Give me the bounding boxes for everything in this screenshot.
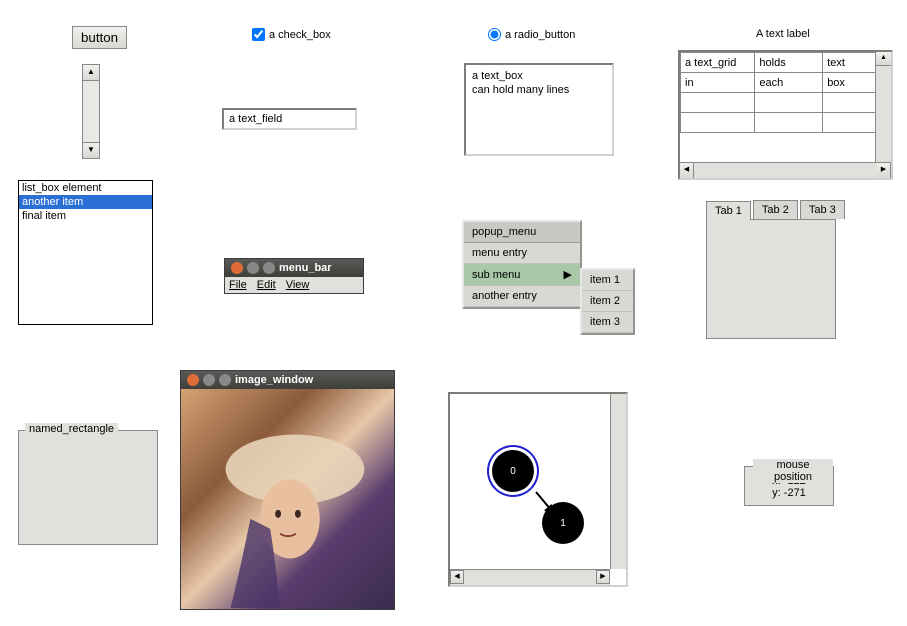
popup-item-label: sub menu xyxy=(472,269,520,281)
table-row xyxy=(681,113,891,133)
checkbox-label: a check_box xyxy=(269,29,331,41)
text-grid-table: a text_grid holds text in each box xyxy=(680,52,891,133)
list-item[interactable]: final item xyxy=(19,209,152,223)
radio-wrap: a radio_button xyxy=(488,28,575,41)
grid-cell[interactable]: a text_grid xyxy=(681,53,755,73)
graph-node-1[interactable]: 1 xyxy=(542,502,584,544)
minimize-icon[interactable] xyxy=(247,262,259,274)
tab-body xyxy=(706,219,836,339)
scroll-up-icon[interactable]: ▲ xyxy=(876,52,891,66)
radio-label: a radio_button xyxy=(505,29,575,41)
menu-file[interactable]: File xyxy=(229,279,247,291)
canvas-scrollbar-vertical[interactable] xyxy=(610,394,626,569)
checkbox[interactable] xyxy=(252,28,265,41)
maximize-icon[interactable] xyxy=(263,262,275,274)
table-row: in each box xyxy=(681,73,891,93)
submenu-item[interactable]: item 3 xyxy=(582,312,633,333)
mouse-position-legend: mouse position xyxy=(753,459,833,483)
tab-2[interactable]: Tab 2 xyxy=(753,200,798,219)
menu-edit[interactable]: Edit xyxy=(257,279,276,291)
tabs: Tab 1 Tab 2 Tab 3 xyxy=(706,200,847,339)
scroll-up-icon[interactable]: ▲ xyxy=(83,65,99,81)
named-rectangle: named_rectangle xyxy=(18,430,158,545)
menu-bar-window: menu_bar File Edit View xyxy=(224,258,364,294)
scrollbar-track[interactable] xyxy=(83,81,99,142)
scroll-right-icon[interactable]: ▶ xyxy=(877,163,891,178)
scroll-left-icon[interactable]: ◀ xyxy=(450,570,464,584)
grid-cell[interactable] xyxy=(681,113,755,133)
popup-menu: popup_menu menu entry sub menu ▶ another… xyxy=(462,220,582,309)
lena-image-icon xyxy=(181,389,394,609)
popup-item[interactable]: another entry xyxy=(464,286,580,307)
graph-canvas[interactable]: 0 1 ◀ ▶ xyxy=(448,392,628,587)
grid-cell[interactable]: each xyxy=(755,73,823,93)
tab-row: Tab 1 Tab 2 Tab 3 xyxy=(706,200,847,219)
mouse-y-value: y: -271 xyxy=(755,487,823,499)
close-icon[interactable] xyxy=(231,262,243,274)
titlebar[interactable]: image_window xyxy=(181,371,394,389)
grid-cell[interactable]: holds xyxy=(755,53,823,73)
table-row xyxy=(681,93,891,113)
canvas-scrollbar-horizontal[interactable]: ◀ ▶ xyxy=(450,569,610,585)
grid-cell[interactable]: in xyxy=(681,73,755,93)
list-item[interactable]: list_box element xyxy=(19,181,152,195)
scroll-right-icon[interactable]: ▶ xyxy=(596,570,610,584)
scrollbar[interactable]: ▲ ▼ xyxy=(82,64,100,159)
submenu-item[interactable]: item 1 xyxy=(582,270,633,291)
maximize-icon[interactable] xyxy=(219,374,231,386)
popup-item-submenu[interactable]: sub menu ▶ xyxy=(464,264,580,286)
tab-1[interactable]: Tab 1 xyxy=(706,201,751,220)
titlebar[interactable]: menu_bar xyxy=(225,259,363,277)
window-title: menu_bar xyxy=(279,262,332,274)
table-row: a text_grid holds text xyxy=(681,53,891,73)
tab-3[interactable]: Tab 3 xyxy=(800,200,845,219)
text-grid[interactable]: a text_grid holds text in each box ▲ ◀ ▶ xyxy=(678,50,893,180)
image-window: image_window xyxy=(180,370,395,610)
chevron-right-icon: ▶ xyxy=(564,268,572,281)
grid-cell[interactable] xyxy=(681,93,755,113)
popup-header: popup_menu xyxy=(464,222,580,243)
grid-scrollbar-horizontal[interactable]: ◀ ▶ xyxy=(680,162,891,178)
window-title: image_window xyxy=(235,374,313,386)
radio-button[interactable] xyxy=(488,28,501,41)
checkbox-wrap: a check_box xyxy=(252,28,331,41)
scroll-left-icon[interactable]: ◀ xyxy=(680,163,694,178)
popup-item[interactable]: menu entry xyxy=(464,243,580,264)
grid-cell[interactable] xyxy=(755,113,823,133)
grid-scrollbar-vertical[interactable]: ▲ xyxy=(875,52,891,162)
scroll-down-icon[interactable]: ▼ xyxy=(83,142,99,158)
text-field[interactable] xyxy=(222,108,357,130)
submenu-item[interactable]: item 2 xyxy=(582,291,633,312)
mouse-position-box: mouse position x: -122 y: -271 xyxy=(744,466,834,506)
image-content xyxy=(181,389,394,609)
submenu: item 1 item 2 item 3 xyxy=(580,268,635,335)
text-label: A text label xyxy=(756,28,810,40)
list-box[interactable]: list_box element another item final item xyxy=(18,180,153,325)
button[interactable]: button xyxy=(72,26,127,49)
menu-view[interactable]: View xyxy=(286,279,310,291)
list-item[interactable]: another item xyxy=(19,195,152,209)
text-box[interactable]: a text_box can hold many lines xyxy=(464,63,614,156)
minimize-icon[interactable] xyxy=(203,374,215,386)
grid-cell[interactable] xyxy=(755,93,823,113)
named-rectangle-label: named_rectangle xyxy=(25,423,118,435)
graph-node-0[interactable]: 0 xyxy=(492,450,534,492)
menubar: File Edit View xyxy=(225,277,363,293)
close-icon[interactable] xyxy=(187,374,199,386)
